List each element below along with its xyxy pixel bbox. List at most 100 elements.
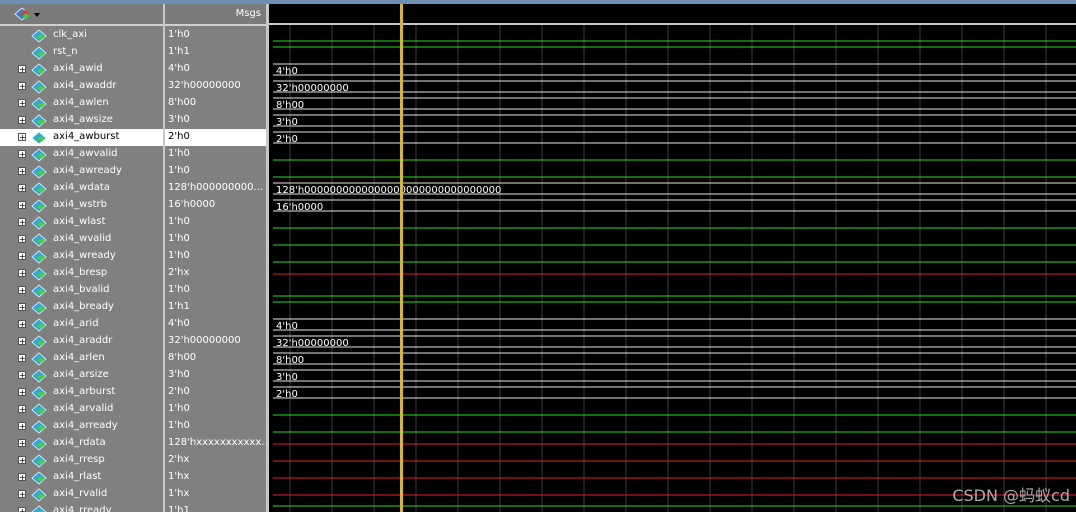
signal-value: 2'h0	[168, 386, 190, 397]
signal-row[interactable]: + axi4_awsize	[0, 112, 165, 129]
signal-row[interactable]: + axi4_awvalid	[0, 146, 165, 163]
value-row[interactable]: 3'h0	[165, 367, 267, 384]
value-row[interactable]: 128'h000000000...	[165, 180, 267, 197]
value-row[interactable]: 1'h0	[165, 248, 267, 265]
expand-icon[interactable]: +	[18, 473, 26, 482]
value-row[interactable]: 1'h0	[165, 401, 267, 418]
signal-diamond-icon	[31, 46, 47, 60]
signal-row[interactable]: + axi4_awlen	[0, 95, 165, 112]
expand-icon[interactable]: +	[18, 167, 26, 176]
expand-icon[interactable]: +	[18, 405, 26, 414]
expand-icon[interactable]: +	[18, 286, 26, 295]
signal-row[interactable]: + axi4_bready	[0, 299, 165, 316]
value-row[interactable]: 16'h0000	[165, 197, 267, 214]
expand-icon[interactable]: +	[18, 337, 26, 346]
signal-row[interactable]: + axi4_arid	[0, 316, 165, 333]
name-pane-header	[0, 4, 165, 26]
signal-row[interactable]: + axi4_arlen	[0, 350, 165, 367]
value-row[interactable]: 2'hx	[165, 452, 267, 469]
expand-icon[interactable]: +	[18, 320, 26, 329]
signal-diamond-icon	[31, 165, 47, 179]
signal-value-pane[interactable]: Msgs 1'h0 1'h1 4'h0 32'h00000000 8'h00 3'h0 2'…	[165, 4, 267, 512]
expand-icon[interactable]: +	[18, 269, 26, 278]
signal-row[interactable]: + axi4_bresp	[0, 265, 165, 282]
expand-icon[interactable]: +	[18, 99, 26, 108]
signal-row[interactable]: + axi4_rready	[0, 503, 165, 512]
signal-value: 2'hx	[168, 454, 190, 465]
value-row[interactable]: 1'h0	[165, 282, 267, 299]
signal-name: axi4_arready	[53, 420, 118, 431]
value-row[interactable]: 1'hx	[165, 486, 267, 503]
signal-row[interactable]: + axi4_arvalid	[0, 401, 165, 418]
signal-row[interactable]: + axi4_wvalid	[0, 231, 165, 248]
signal-name-pane[interactable]: clk_axi rst_n + axi4_awid + axi4_awaddr + axi4_…	[0, 4, 165, 512]
value-row[interactable]: 1'h0	[165, 163, 267, 180]
signal-row[interactable]: + axi4_arsize	[0, 367, 165, 384]
signal-row[interactable]: + axi4_wlast	[0, 214, 165, 231]
signal-row[interactable]: + axi4_rresp	[0, 452, 165, 469]
signal-value: 1'h1	[168, 46, 190, 57]
signal-value: 1'h0	[168, 233, 190, 244]
value-row[interactable]: 1'h0	[165, 231, 267, 248]
expand-icon[interactable]: +	[18, 133, 26, 142]
signal-value: 32'h00000000	[168, 80, 241, 91]
signal-row[interactable]: + axi4_rdata	[0, 435, 165, 452]
expand-icon[interactable]: +	[18, 439, 26, 448]
value-row[interactable]: 32'h00000000	[165, 78, 267, 95]
expand-icon[interactable]: +	[18, 371, 26, 380]
signal-value: 1'h0	[168, 29, 190, 40]
expand-icon[interactable]: +	[18, 456, 26, 465]
signal-row[interactable]: + axi4_wdata	[0, 180, 165, 197]
value-row[interactable]: 32'h00000000	[165, 333, 267, 350]
value-row[interactable]: 1'h1	[165, 299, 267, 316]
expand-icon[interactable]: +	[18, 201, 26, 210]
value-row[interactable]: 1'h0	[165, 418, 267, 435]
expand-icon[interactable]: +	[18, 422, 26, 431]
expand-icon[interactable]: +	[18, 388, 26, 397]
signal-row[interactable]: + axi4_rlast	[0, 469, 165, 486]
signal-row[interactable]: + axi4_awid	[0, 61, 165, 78]
value-row[interactable]: 2'h0	[165, 129, 267, 146]
signal-row[interactable]: + axi4_bvalid	[0, 282, 165, 299]
signal-row[interactable]: rst_n	[0, 44, 165, 61]
signal-row[interactable]: + axi4_arready	[0, 418, 165, 435]
value-row[interactable]: 1'h1	[165, 44, 267, 61]
expand-icon[interactable]: +	[18, 82, 26, 91]
signal-row[interactable]: + axi4_awready	[0, 163, 165, 180]
signal-row[interactable]: + axi4_wstrb	[0, 197, 165, 214]
signal-row[interactable]: + axi4_rvalid	[0, 486, 165, 503]
expand-icon[interactable]: +	[18, 65, 26, 74]
value-row[interactable]: 1'hx	[165, 469, 267, 486]
expand-icon[interactable]: +	[18, 150, 26, 159]
signal-row[interactable]: + axi4_awburst	[0, 129, 165, 146]
value-row[interactable]: 3'h0	[165, 112, 267, 129]
value-row[interactable]: 8'h00	[165, 350, 267, 367]
signal-row[interactable]: + axi4_awaddr	[0, 78, 165, 95]
wave-toolbar-icon[interactable]	[12, 6, 42, 22]
expand-icon[interactable]: +	[18, 116, 26, 125]
value-row[interactable]: 128'hxxxxxxxxxxx...	[165, 435, 267, 452]
expand-icon[interactable]: +	[18, 252, 26, 261]
value-row[interactable]: 1'h0	[165, 27, 267, 44]
value-row[interactable]: 8'h00	[165, 95, 267, 112]
signal-row[interactable]: clk_axi	[0, 27, 165, 44]
value-row[interactable]: 1'h1	[165, 503, 267, 512]
value-row[interactable]: 2'hx	[165, 265, 267, 282]
signal-row[interactable]: + axi4_arburst	[0, 384, 165, 401]
expand-icon[interactable]: +	[18, 490, 26, 499]
waveform-pane[interactable]: 4'h0 32'h00000000 8'h00 3'h0 2'h0 128'h000000…	[269, 4, 1076, 512]
expand-icon[interactable]: +	[18, 184, 26, 193]
value-row[interactable]: 1'h0	[165, 146, 267, 163]
expand-icon[interactable]: +	[18, 507, 26, 512]
value-row[interactable]: 2'h0	[165, 384, 267, 401]
waveform-canvas[interactable]: 4'h0 32'h00000000 8'h00 3'h0 2'h0 128'h000000…	[269, 4, 1076, 512]
expand-icon[interactable]: +	[18, 354, 26, 363]
expand-icon[interactable]: +	[18, 235, 26, 244]
expand-icon[interactable]: +	[18, 303, 26, 312]
value-row[interactable]: 4'h0	[165, 316, 267, 333]
signal-row[interactable]: + axi4_araddr	[0, 333, 165, 350]
value-row[interactable]: 1'h0	[165, 214, 267, 231]
value-row[interactable]: 4'h0	[165, 61, 267, 78]
expand-icon[interactable]: +	[18, 218, 26, 227]
signal-row[interactable]: + axi4_wready	[0, 248, 165, 265]
